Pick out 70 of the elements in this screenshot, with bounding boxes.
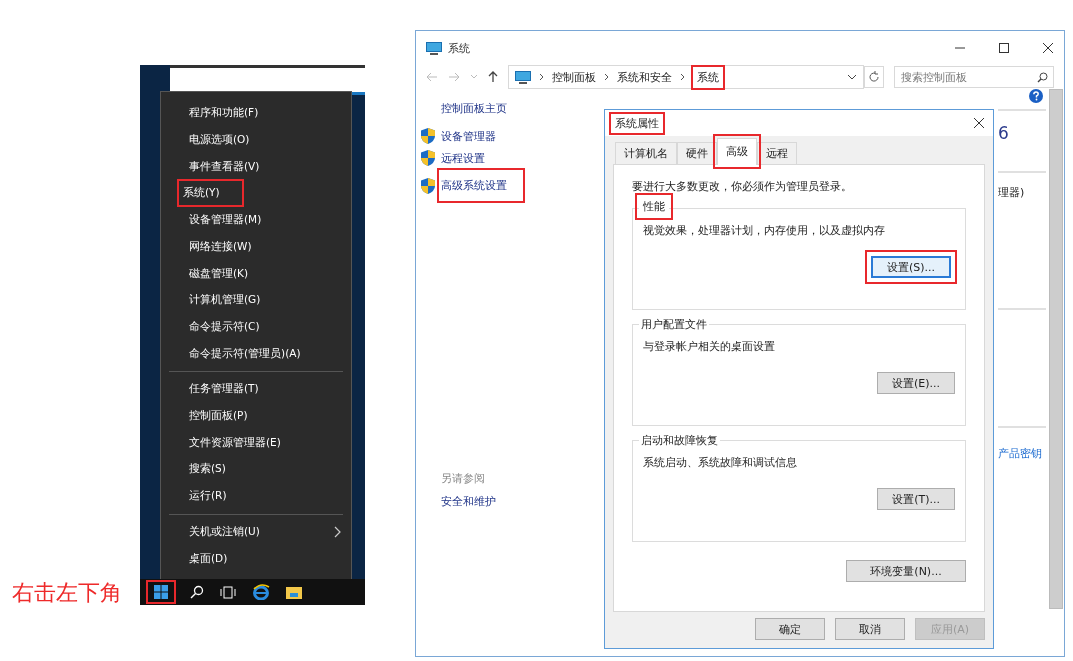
search-icon — [1037, 72, 1048, 83]
breadcrumb-item[interactable]: 系统和安全 — [617, 69, 672, 85]
menu-item[interactable]: 网络连接(W) — [189, 237, 252, 256]
window-title: 系统 — [448, 40, 470, 56]
dialog-button[interactable]: 取消 — [835, 618, 905, 640]
sidebar-link[interactable]: 安全和维护 — [441, 494, 596, 509]
menu-item[interactable]: 任务管理器(T) — [189, 380, 259, 399]
partial-link[interactable]: 产品密钥 — [998, 446, 1046, 461]
group-title: 启动和故障恢复 — [639, 433, 720, 448]
chevron-right-icon — [539, 73, 544, 81]
folder-icon[interactable] — [286, 585, 302, 599]
shield-icon — [421, 177, 435, 194]
tab[interactable]: 硬件 — [677, 142, 717, 164]
refresh-button[interactable] — [864, 66, 884, 88]
dialog-title: 系统属性 — [611, 113, 663, 133]
menu-item[interactable]: 磁盘管理(K) — [189, 264, 249, 283]
partial-text: 6 — [998, 123, 1010, 143]
partial-text: 理器) — [998, 185, 1026, 200]
dialog-button[interactable]: 确定 — [755, 618, 825, 640]
menu-item[interactable]: 设备管理器(M) — [189, 211, 262, 230]
menu-item[interactable]: 程序和功能(F) — [189, 104, 259, 123]
search-icon[interactable] — [190, 585, 204, 599]
scrollbar[interactable] — [1049, 89, 1063, 609]
menu-item[interactable]: 计算机管理(G) — [189, 291, 261, 310]
menu-item[interactable]: 事件查看器(V) — [189, 157, 260, 176]
close-icon[interactable] — [973, 117, 985, 129]
search-field[interactable]: 搜索控制面板 — [894, 66, 1054, 88]
menu-item[interactable]: 电源选项(O) — [189, 131, 250, 150]
breadcrumb-item[interactable]: 系统 — [693, 66, 723, 88]
shield-icon — [421, 150, 435, 166]
menu-item[interactable]: 运行(R) — [189, 487, 227, 506]
browser-e-icon[interactable] — [252, 584, 270, 600]
help-icon[interactable] — [1029, 89, 1043, 103]
menu-item[interactable]: 搜索(S) — [189, 460, 226, 479]
group-description: 与登录帐户相关的桌面设置 — [643, 339, 776, 354]
start-button[interactable] — [148, 582, 174, 602]
menu-item[interactable]: 命令提示符(C) — [189, 317, 260, 336]
group-description: 系统启动、系统故障和调试信息 — [643, 455, 798, 470]
close-icon[interactable] — [1042, 42, 1054, 54]
monitor-icon — [515, 70, 531, 84]
settings-button[interactable]: 设置(E)... — [876, 372, 955, 394]
group-description: 视觉效果，处理器计划，内存使用，以及虚拟内存 — [643, 223, 886, 238]
address-bar[interactable]: 控制面板 系统和安全 系统 — [508, 65, 864, 89]
caption-text: 右击左下角 — [12, 579, 122, 607]
menu-item[interactable]: 控制面板(P) — [189, 407, 248, 426]
breadcrumb-item[interactable]: 控制面板 — [552, 69, 596, 85]
menu-item[interactable]: 文件资源管理器(E) — [189, 433, 281, 452]
refresh-icon — [868, 71, 880, 83]
menu-item[interactable]: 关机或注销(U) — [189, 522, 260, 541]
monitor-icon — [426, 41, 442, 55]
chevron-right-icon — [604, 73, 609, 81]
up-arrow-icon[interactable] — [488, 71, 498, 83]
chevron-right-icon — [680, 73, 685, 81]
tab[interactable]: 计算机名 — [615, 142, 677, 164]
windows-logo-icon — [154, 585, 168, 599]
menu-item[interactable]: 命令提示符(管理员)(A) — [189, 344, 301, 363]
section-heading: 另请参阅 — [441, 471, 486, 486]
environment-variables-button[interactable]: 环境变量(N)... — [846, 560, 966, 582]
settings-button[interactable]: 设置(T)... — [877, 488, 955, 510]
group-title: 用户配置文件 — [639, 317, 709, 332]
sidebar-link[interactable]: 设备管理器 — [441, 128, 496, 144]
task-view-icon[interactable] — [220, 585, 236, 599]
maximize-icon[interactable] — [998, 42, 1010, 54]
sidebar-link[interactable]: 远程设置 — [441, 150, 485, 166]
tab[interactable]: 远程 — [757, 142, 797, 164]
sidebar-link[interactable]: 控制面板主页 — [441, 101, 596, 116]
chevron-down-icon[interactable] — [847, 74, 857, 80]
shield-icon — [421, 128, 435, 144]
menu-item[interactable]: 桌面(D) — [189, 549, 228, 568]
notice-text: 要进行大多数更改，你必须作为管理员登录。 — [632, 179, 853, 194]
